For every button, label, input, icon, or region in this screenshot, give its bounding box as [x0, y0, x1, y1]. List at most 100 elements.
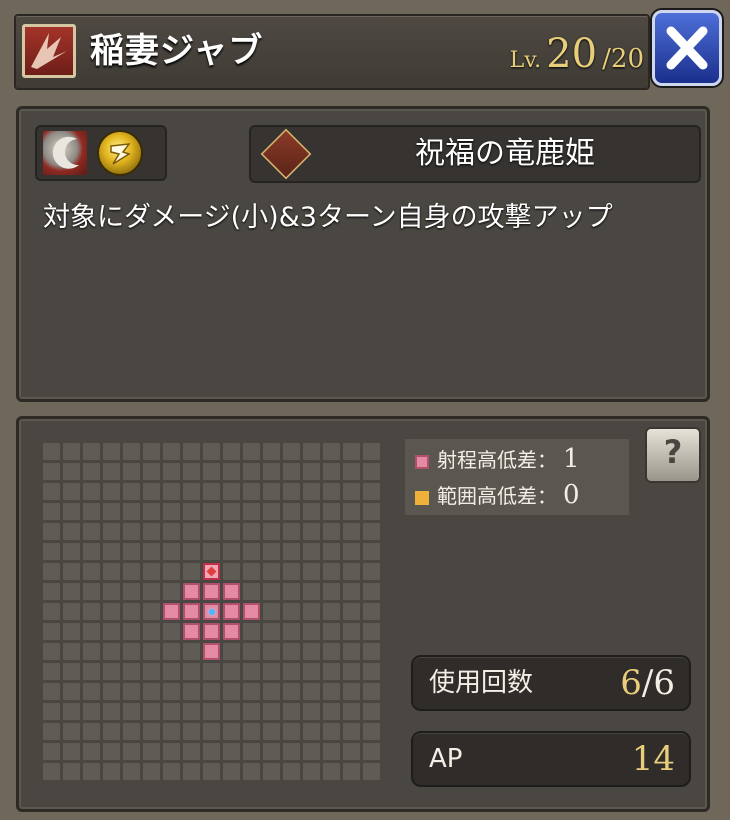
grid-cell [343, 723, 360, 740]
grid-cell [223, 663, 240, 680]
grid-cell [103, 703, 120, 720]
grid-cell [203, 623, 220, 640]
skill-description-panel: 祝福の竜鹿姫 対象にダメージ(小)&3ターン自身の攻撃アップ [16, 106, 710, 402]
grid-cell [43, 463, 60, 480]
grid-cell [43, 743, 60, 760]
grid-cell [203, 483, 220, 500]
grid-cell [183, 603, 200, 620]
legend-area-label: 範囲高低差： [437, 484, 557, 508]
grid-cell [343, 603, 360, 620]
grid-cell [63, 723, 80, 740]
grid-cell [263, 703, 280, 720]
grid-cell [223, 523, 240, 540]
grid-cell [243, 463, 260, 480]
grid-cell [123, 663, 140, 680]
area-swatch-icon [415, 490, 429, 505]
grid-cell [143, 603, 160, 620]
grid-cell [323, 763, 340, 780]
grid-cell [83, 643, 100, 660]
grid-cell [83, 603, 100, 620]
help-button[interactable]: ? [645, 427, 701, 483]
grid-cell [343, 443, 360, 460]
grid-cell [363, 463, 380, 480]
grid-cell [43, 643, 60, 660]
grid-cell [283, 723, 300, 740]
legend-range-value: 1 [563, 444, 580, 474]
grid-cell [103, 563, 120, 580]
level-max: /20 [602, 44, 644, 74]
grid-cell [123, 483, 140, 500]
grid-cell [123, 743, 140, 760]
grid-cell [363, 763, 380, 780]
grid-cell [283, 583, 300, 600]
grid-cell [163, 523, 180, 540]
grid-cell [283, 643, 300, 660]
grid-cell [323, 723, 340, 740]
grid-cell [263, 583, 280, 600]
grid-cell [263, 623, 280, 640]
grid-cell [363, 723, 380, 740]
grid-cell [103, 463, 120, 480]
grid-cell [163, 723, 180, 740]
grid-cell [343, 743, 360, 760]
grid-cell [283, 523, 300, 540]
legend-range-height: 射程高低差： 1 [415, 441, 580, 477]
grid-cell [43, 603, 60, 620]
grid-cell [83, 563, 100, 580]
grid-cell [343, 563, 360, 580]
grid-cell [243, 523, 260, 540]
grid-cell [43, 503, 60, 520]
grid-cell [43, 583, 60, 600]
grid-cell [43, 543, 60, 560]
grid-cell [343, 763, 360, 780]
grid-cell [303, 543, 320, 560]
grid-cell [203, 743, 220, 760]
grid-cell [63, 443, 80, 460]
grid-cell [263, 683, 280, 700]
grid-cell [343, 463, 360, 480]
grid-cell [163, 643, 180, 660]
close-button[interactable] [652, 10, 722, 86]
grid-cell [63, 683, 80, 700]
grid-cell [263, 523, 280, 540]
level-label: Lv. [509, 48, 542, 73]
grid-cell [283, 483, 300, 500]
grid-cell [143, 723, 160, 740]
grid-cell [303, 743, 320, 760]
grid-cell [283, 743, 300, 760]
grid-cell [83, 723, 100, 740]
grid-cell [303, 703, 320, 720]
grid-cell [83, 503, 100, 520]
grid-cell [323, 663, 340, 680]
grid-cell [263, 663, 280, 680]
grid-cell [103, 743, 120, 760]
grid-cell [303, 683, 320, 700]
grid-cell [123, 503, 140, 520]
skill-level: Lv. 20 /20 [510, 34, 644, 82]
grid-cell [243, 723, 260, 740]
grid-cell [323, 743, 340, 760]
grid-cell [83, 623, 100, 640]
range-panel: 射程高低差： 1 範囲高低差： 0 ? 使用回数 6/6 AP 14 [16, 416, 710, 812]
question-book-icon: ? [663, 433, 683, 471]
uses-current: 6 [620, 663, 642, 703]
grid-cell [203, 763, 220, 780]
grid-cell [323, 683, 340, 700]
ap-label: AP [429, 744, 463, 774]
grid-cell [123, 523, 140, 540]
grid-cell [363, 583, 380, 600]
grid-cell [143, 463, 160, 480]
grid-cell [303, 603, 320, 620]
grid-cell [103, 763, 120, 780]
uses-label: 使用回数 [429, 668, 534, 698]
grid-cell [183, 583, 200, 600]
uses-value: 6/6 [620, 657, 675, 709]
grid-cell [103, 483, 120, 500]
legend-area-value: 0 [563, 480, 580, 510]
grid-cell [203, 643, 220, 660]
grid-cell [323, 703, 340, 720]
grid-cell [363, 623, 380, 640]
grid-cell [283, 543, 300, 560]
grid-cell [43, 443, 60, 460]
grid-cell [263, 443, 280, 460]
